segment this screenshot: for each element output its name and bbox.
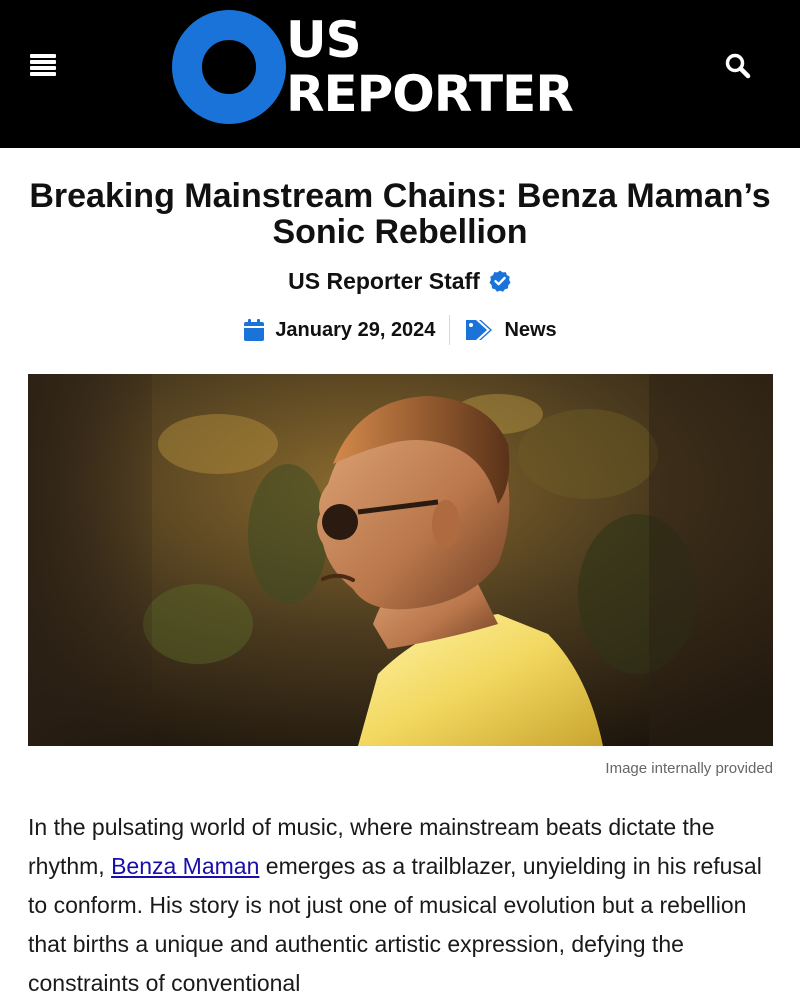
calendar-icon [244, 319, 265, 341]
post-date-text: January 29, 2024 [275, 318, 436, 341]
post-date: January 29, 2024 [229, 318, 449, 342]
tags-icon [466, 320, 493, 340]
search-icon[interactable] [724, 52, 752, 80]
image-caption: Image internally provided [605, 760, 773, 777]
featured-image [28, 374, 773, 746]
author-link[interactable]: US Reporter Staff [288, 268, 480, 295]
author-row: US Reporter Staff [0, 264, 800, 298]
logo-ring-icon [172, 10, 286, 124]
verified-badge-icon [489, 270, 511, 292]
benza-maman-link[interactable]: Benza Maman [111, 853, 259, 879]
article-meta: January 29, 2024 News [0, 312, 800, 348]
category-link[interactable]: News [504, 319, 556, 342]
site-header: US REPORTER [0, 0, 800, 148]
post-category: News [450, 318, 570, 342]
article-body: In the pulsating world of music, where m… [28, 808, 780, 1003]
hamburger-menu-icon[interactable] [28, 50, 60, 82]
logo-text-reporter: REPORTER [286, 65, 574, 123]
site-logo[interactable]: US REPORTER [168, 8, 638, 128]
article-title: Breaking Mainstream Chains: Benza Maman’… [29, 177, 771, 251]
logo-text-us: US [286, 11, 362, 69]
